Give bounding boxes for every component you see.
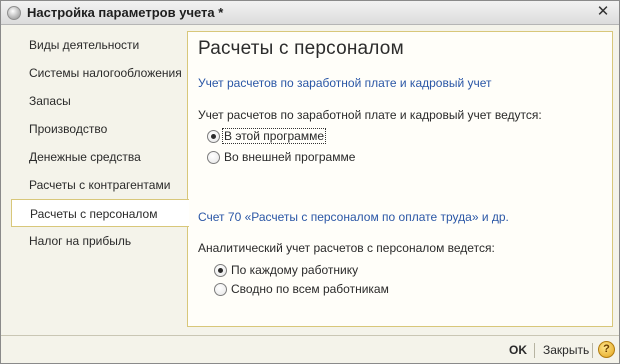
footer-bar: OK Закрыть ? [1,335,619,363]
close-icon[interactable]: ✕ [595,4,611,20]
radio-unchecked-icon[interactable] [207,150,220,164]
payroll-accounting-link[interactable]: Учет расчетов по заработной плате и кадр… [198,76,492,90]
sidebar-item-activities[interactable]: Виды деятельности [11,31,187,59]
account-70-link[interactable]: Счет 70 «Расчеты с персоналом по оплате … [198,210,509,224]
app-logo-icon [7,6,21,20]
analytics-question-label: Аналитический учет расчетов с персоналом… [198,241,495,255]
radio-label: По каждому работнику [231,263,359,277]
sidebar-item-income-tax[interactable]: Налог на прибыль [11,227,187,255]
divider [534,343,535,358]
settings-window: Настройка параметров учета * ✕ Виды деят… [0,0,620,364]
page-title: Расчеты с персоналом [198,38,404,59]
radio-this-program[interactable]: В этой программе [207,128,327,144]
radio-external-program[interactable]: Во внешней программе [207,150,356,164]
radio-label: В этой программе [221,128,327,144]
radio-label: Во внешней программе [224,150,356,164]
title-bar[interactable]: Настройка параметров учета * ✕ [1,1,619,25]
close-button[interactable]: Закрыть [543,343,589,357]
sidebar-item-production[interactable]: Производство [11,115,187,143]
radio-unchecked-icon[interactable] [214,282,227,296]
radio-label: Сводно по всем работникам [231,282,389,296]
sidebar-item-inventory[interactable]: Запасы [11,87,187,115]
sidebar-item-counterparties[interactable]: Расчеты с контрагентами [11,171,187,199]
window-title: Настройка параметров учета * [27,5,224,20]
sidebar: Виды деятельности Системы налогообложени… [11,31,189,327]
help-icon[interactable]: ? [598,341,615,358]
sidebar-item-personnel[interactable]: Расчеты с персоналом [11,199,189,227]
divider [592,343,593,358]
radio-checked-icon[interactable] [214,263,227,277]
radio-per-employee[interactable]: По каждому работнику [214,263,359,277]
payroll-question-label: Учет расчетов по заработной плате и кадр… [198,108,542,122]
radio-checked-icon[interactable] [207,129,220,143]
sidebar-item-tax-systems[interactable]: Системы налогообложения [11,59,187,87]
radio-all-employees[interactable]: Сводно по всем работникам [214,282,390,296]
ok-button[interactable]: OK [509,343,527,357]
sidebar-item-cash[interactable]: Денежные средства [11,143,187,171]
settings-panel: Расчеты с персоналом Учет расчетов по за… [187,31,613,327]
